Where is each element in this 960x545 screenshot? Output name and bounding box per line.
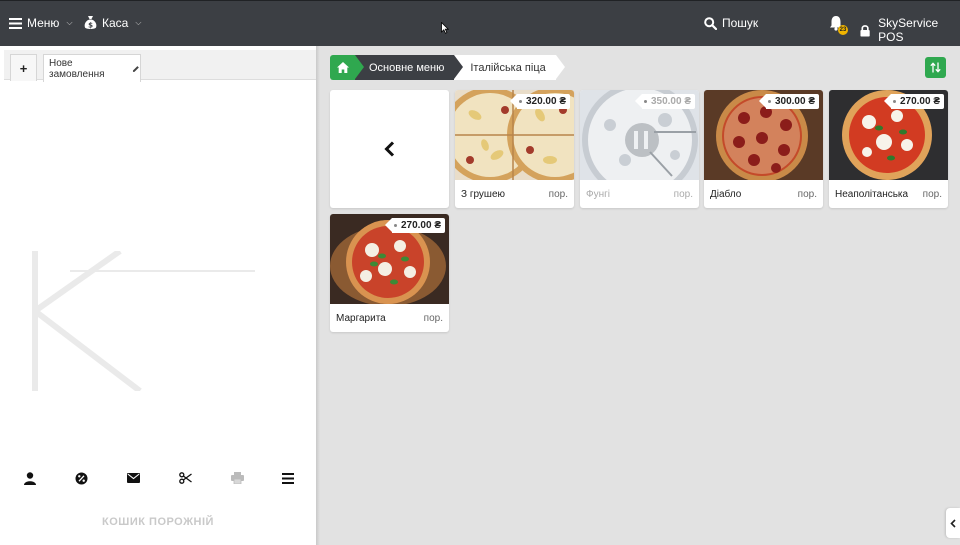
kasa-button[interactable]: $ Каса ⌵ [84, 15, 141, 30]
notifications-button[interactable]: 23 [829, 15, 849, 35]
sort-button[interactable] [925, 57, 946, 78]
order-tab[interactable]: Нове замовлення [43, 54, 141, 82]
product-unit: пор. [797, 189, 817, 200]
user-icon [24, 471, 36, 485]
product-name: Маргарита [336, 313, 386, 324]
product-unit: пор. [423, 313, 443, 324]
breadcrumb: Основне меню Італійська піца [330, 55, 565, 80]
back-card[interactable] [330, 90, 449, 208]
sort-arrows-icon [930, 62, 941, 73]
empty-cart-label: КОШИК ПОРОЖНІЙ [102, 516, 214, 528]
product-price: 270.00 ₴ [384, 218, 445, 233]
product-card[interactable]: 320.00 ₴ З грушею пор. [455, 90, 574, 208]
kasa-label: Каса [102, 15, 129, 30]
scissors-icon [178, 472, 192, 484]
printer-icon [230, 472, 244, 484]
breadcrumb-home[interactable] [330, 55, 364, 80]
order-panel: + Нове замовлення КОШИК ПОРОЖНІЙ [0, 46, 316, 545]
product-price: 300.00 ₴ [758, 94, 819, 109]
product-price: 270.00 ₴ [883, 94, 944, 109]
add-order-tab-button[interactable]: + [10, 54, 37, 81]
mouse-cursor-icon [441, 22, 449, 34]
skyservice-logo-watermark [32, 251, 255, 391]
product-card[interactable]: 350.00 ₴ Фунгі пор. [580, 90, 699, 208]
product-price: 350.00 ₴ [634, 94, 695, 109]
order-tab-label: Нове замовлення [49, 57, 105, 80]
product-name: З грушею [461, 189, 505, 200]
money-bag-icon: $ [84, 16, 97, 30]
chevron-left-icon [950, 518, 956, 528]
chevron-down-icon: ⌵ [66, 18, 73, 27]
breadcrumb-main-label: Основне меню [369, 61, 445, 74]
product-card[interactable]: 300.00 ₴ Діабло пор. [704, 90, 823, 208]
product-name: Неаполітанська [835, 189, 909, 200]
lock-icon [860, 24, 870, 37]
search-icon [704, 16, 717, 30]
product-card[interactable]: 270.00 ₴ Маргарита пор. [330, 214, 449, 332]
discount-button[interactable] [71, 468, 91, 488]
chevron-down-icon: ⌵ [135, 17, 142, 27]
panel-divider [316, 46, 320, 545]
notification-badge: 23 [838, 25, 848, 35]
hamburger-icon [9, 17, 22, 29]
top-bar: Меню ⌵ $ Каса ⌵ Пошук 23 SkyService POS [0, 0, 960, 46]
side-panel-toggle[interactable] [946, 508, 960, 538]
customer-button[interactable] [20, 468, 40, 488]
breadcrumb-current-label: Італійська піца [470, 61, 546, 74]
breadcrumb-current: Італійська піца [454, 55, 565, 80]
search-label: Пошук [722, 16, 759, 30]
account-button[interactable]: SkyService POS [860, 16, 960, 44]
product-price: 320.00 ₴ [509, 94, 570, 109]
product-unit: пор. [548, 189, 568, 200]
order-tabs: + Нове замовлення [4, 50, 316, 82]
mail-icon [126, 473, 140, 483]
menu-label: Меню [27, 16, 60, 30]
menu-icon [282, 472, 294, 484]
chevron-left-icon [384, 141, 395, 157]
product-name: Діабло [710, 189, 742, 200]
product-name: Фунгі [586, 189, 610, 200]
home-icon [336, 62, 349, 73]
send-email-button[interactable] [123, 468, 143, 488]
product-unit: пор. [673, 189, 693, 200]
svg-text:$: $ [88, 22, 93, 30]
discount-icon [75, 472, 87, 484]
account-label: SkyService POS [878, 16, 939, 44]
split-order-button[interactable] [175, 468, 195, 488]
product-unit: пор. [922, 189, 942, 200]
breadcrumb-main-menu[interactable]: Основне меню [355, 55, 464, 80]
search-button[interactable]: Пошук [704, 16, 758, 30]
order-actions [0, 468, 316, 488]
more-actions-button[interactable] [278, 468, 298, 488]
print-button[interactable] [227, 468, 247, 488]
product-card[interactable]: 270.00 ₴ Неаполітанська пор. [829, 90, 948, 208]
pencil-icon[interactable] [132, 65, 140, 73]
menu-button[interactable]: Меню ⌵ [9, 16, 73, 30]
